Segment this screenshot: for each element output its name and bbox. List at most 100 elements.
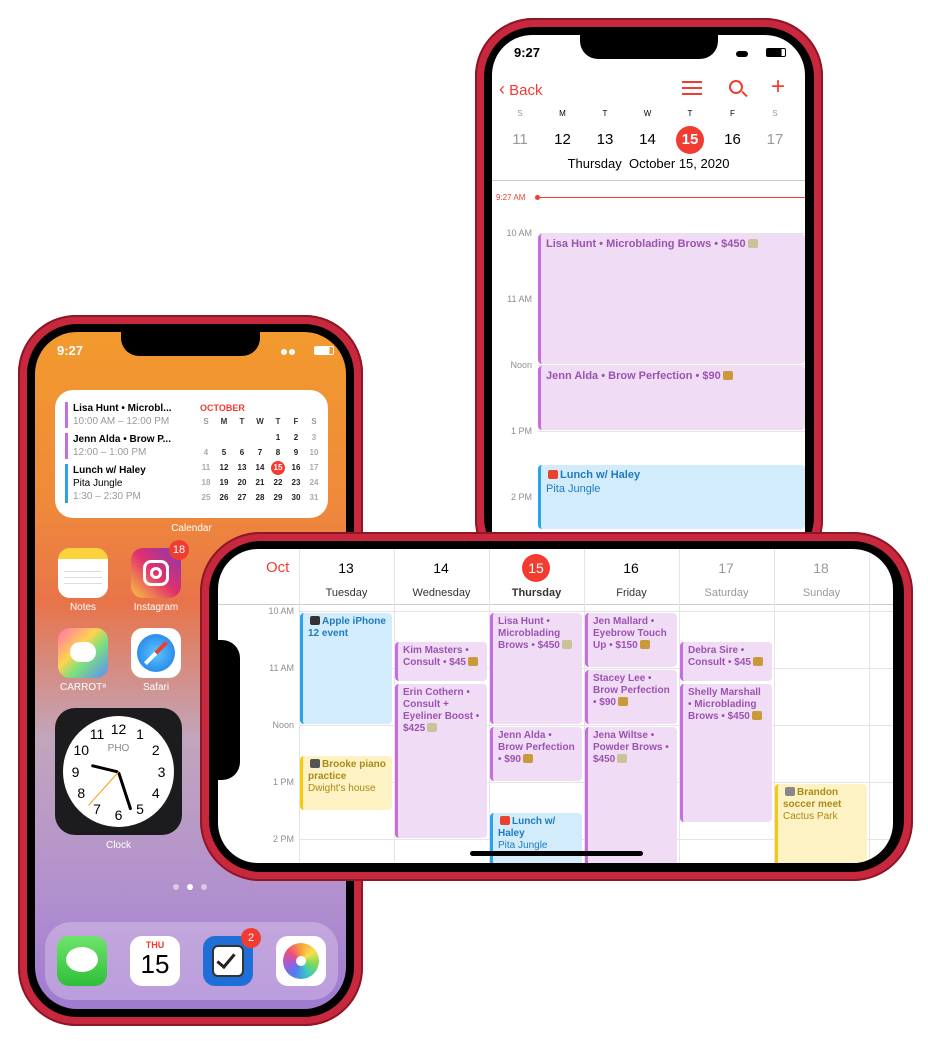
money-bag-icon [617,697,628,706]
event-title: Shelly Marshall • Microblading Brows • $… [688,687,761,723]
calendar-event[interactable]: Brandon soccer meet Cactus Park [775,784,867,863]
clock-number: 5 [136,800,144,817]
widget-day: 30 [291,493,301,502]
event-title: Stacey Lee • Brow Perfection • $90 [593,673,670,708]
money-bag-icon [522,754,533,763]
calendar-event[interactable]: Shelly Marshall • Microblading Brows • $… [680,684,772,823]
event-location: Pita Jungle [498,839,548,851]
instagram-badge: 18 [169,540,189,560]
battery-icon [314,346,334,355]
fries-icon [548,470,558,479]
widget-day: 28 [255,493,265,502]
money-bag-icon [639,640,650,649]
widget-weekday: S [203,417,209,426]
widget-day: 9 [293,448,299,457]
instagram-app-label: Instagram [133,602,179,613]
hour-line [299,725,893,726]
calendar-event[interactable]: Erin Cothern • Consult + Eyeliner Boost … [395,684,487,838]
widget-day: 13 [237,463,247,472]
widget-event[interactable]: Jenn Alda • Brow P... 12:00 – 1:00 PM [65,433,190,459]
widget-day: 12 [219,463,229,472]
event-location: Cactus Park [783,811,838,822]
day-column-divider [869,549,870,863]
widget-day: 27 [237,493,247,502]
calendar-event[interactable]: Jenn Alda • Brow Perfection • $90 [538,366,805,430]
piano-icon [310,758,320,768]
signal-icon [281,349,295,355]
hour-hand [90,763,119,773]
calendar-event[interactable]: Jena Wiltse • Powder Brows • $450 [585,727,677,863]
calendar-event[interactable]: Jenn Alda • Brow Perfection • $90 [490,727,582,781]
calendar-event[interactable]: Apple iPhone 12 event [300,613,392,724]
widget-today: 15 [271,461,285,475]
widget-day: 16 [291,463,301,472]
page-indicator[interactable] [173,884,207,890]
calendar-event[interactable]: Lunch w/ Haley Pita Jungle [538,465,805,529]
calendar-event[interactable]: Brooke piano practice Dwight's house [300,755,392,810]
photos-icon[interactable] [276,936,326,986]
hour-label: Noon [510,360,532,370]
status-time: 9:27 [57,343,84,358]
widget-day: 5 [221,448,227,457]
widget-event[interactable]: Lunch w/ Haley Pita Jungle 1:30 – 2:30 PM [65,464,190,503]
calendar-widget[interactable]: Lisa Hunt • Microbl... 10:00 AM – 12:00 P… [55,390,328,518]
landscape-calendar-screen: Oct 13 Tuesday 14 Wednesday 15 Thursday 16 Frid… [218,549,893,863]
widget-day: 11 [201,463,211,472]
home-indicator[interactable] [470,851,643,856]
widget-day: 21 [255,478,265,487]
carrot-app-label: CARROTᵃ [60,682,106,693]
hour-label: 11 AM [269,663,294,673]
notes-app-icon[interactable] [58,548,108,598]
carrot-weather-app-icon[interactable] [58,628,108,678]
week-grid[interactable]: 10 AM 11 AM Noon 1 PM 2 PM Apple iPhone 12 ev… [218,549,893,863]
hour-label: 10 AM [506,228,532,238]
widget-weekday: M [220,417,228,426]
widget-weekday: W [256,417,264,426]
widget-day: 2 [293,433,299,442]
event-location: Pita Jungle [546,483,601,495]
event-title: Jen Mallard • Eyebrow Touch Up • $150 [593,616,667,651]
calendar-event[interactable]: Debra Sire • Consult • $45 [680,641,772,682]
widget-weekday: T [275,417,281,426]
calendar-icon-date: 15 [140,949,170,979]
clock-number: 11 [89,726,105,743]
widget-day: 4 [203,448,209,457]
calendar-event[interactable]: Stacey Lee • Brow Perfection • $90 [585,670,677,724]
widget-weekday: F [293,417,299,426]
widget-day: 20 [237,478,247,487]
clock-number: 12 [110,720,127,737]
calendar-event[interactable]: Jen Mallard • Eyebrow Touch Up • $150 [585,613,677,667]
calendar-icon[interactable]: THU 15 [130,936,180,986]
event-title: Lunch w/ Haley [560,469,641,481]
hour-label: 1 PM [510,426,532,436]
hour-line [299,611,893,612]
calendar-event[interactable]: Lisa Hunt • Microblading Brows • $450 [538,234,805,364]
widget-day: 7 [257,448,263,457]
hour-label: Noon [272,720,294,730]
side-notch [218,640,240,780]
widget-day: 10 [309,448,319,457]
widget-weekday: S [311,417,317,426]
phone-icon [310,616,320,625]
calendar-event[interactable]: Kim Masters • Consult • $45 [395,641,487,682]
credit-card-icon [561,640,572,649]
hour-label: 1 PM [272,777,294,787]
clock-city: PHO [107,743,130,754]
minute-hand [117,771,133,811]
widget-event[interactable]: Lisa Hunt • Microbl... 10:00 AM – 12:00 P… [65,402,190,428]
day-grid[interactable]: 10 AM 11 AM Noon 1 PM 2 PM Lisa Hunt • Microb… [492,35,805,555]
messages-icon[interactable] [57,936,107,986]
widget-weekday: T [239,417,245,426]
notch [121,332,260,356]
safari-app-icon[interactable] [131,628,181,678]
portrait-calendar-screen: 9:27 ‹ Back + S 11 M 12 T 13 W 14 T 15 F 16 S 17 Thur… [492,35,805,555]
money-bag-icon [467,656,478,666]
event-title: Lisa Hunt • Microblading Brows • $450 [546,238,746,250]
clock-number: 8 [77,785,86,801]
calendar-event[interactable]: Lisa Hunt • Microblading Brows • $450 [490,613,582,724]
event-title: Lisa Hunt • Microblading Brows • $450 [498,616,561,651]
clock-widget[interactable]: 12 1 2 3 4 5 6 7 8 9 10 11 PHO [55,708,182,835]
widget-event-time: 12:00 – 1:00 PM [73,447,147,458]
event-title: Jenn Alda • Brow Perfection • $90 [546,370,721,382]
widget-day: 19 [219,478,229,487]
